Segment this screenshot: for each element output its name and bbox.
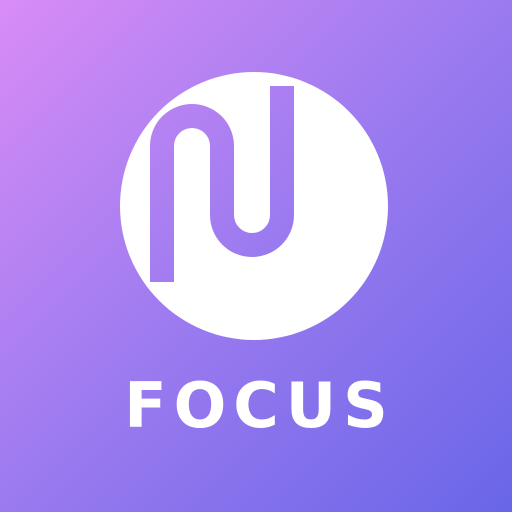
app-name: FOCUS xyxy=(124,369,395,442)
app-icon: FOCUS xyxy=(0,0,512,512)
focus-logo-icon xyxy=(120,72,388,340)
